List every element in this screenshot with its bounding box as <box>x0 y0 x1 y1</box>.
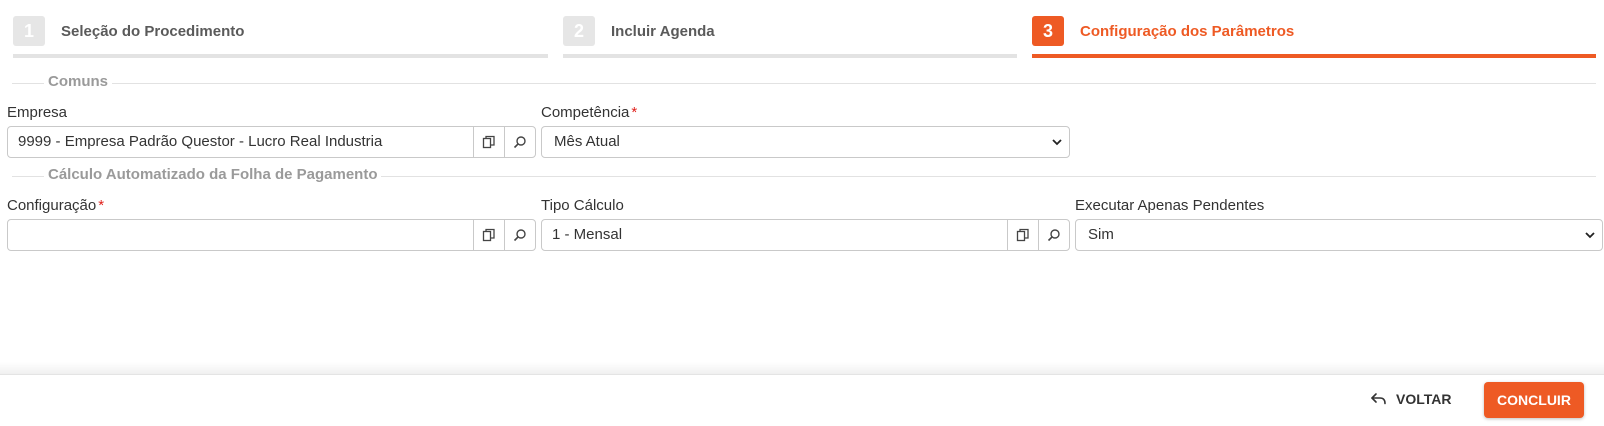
executar-pendentes-selected-value: Sim <box>1088 226 1114 243</box>
undo-arrow-icon <box>1371 393 1386 405</box>
step-2[interactable]: 2 Incluir Agenda <box>563 16 1017 60</box>
step-2-number: 2 <box>563 16 595 46</box>
step-1-progress-bar <box>13 54 548 58</box>
empresa-label-text: Empresa <box>7 104 68 121</box>
tipo-calculo-label: Tipo Cálculo <box>541 197 624 214</box>
section-comuns: Comuns <box>12 73 1596 93</box>
tipo-calculo-lookup[interactable]: 1 - Mensal <box>541 219 1070 251</box>
back-button[interactable]: VOLTAR <box>1370 382 1451 416</box>
empresa-input[interactable]: 9999 - Empresa Padrão Questor - Lucro Re… <box>8 127 473 157</box>
footer-shadow <box>0 362 1604 374</box>
back-button-label: VOLTAR <box>1396 391 1452 407</box>
competencia-label: Competência * <box>541 104 637 121</box>
copy-icon <box>482 135 495 149</box>
empresa-copy-button[interactable] <box>473 127 504 157</box>
empresa-lookup[interactable]: 9999 - Empresa Padrão Questor - Lucro Re… <box>7 126 536 158</box>
executar-pendentes-label-text: Executar Apenas Pendentes <box>1075 197 1265 214</box>
configuracao-copy-button[interactable] <box>473 220 504 250</box>
chevron-down-icon <box>1585 232 1595 239</box>
step-1[interactable]: 1 Seleção do Procedimento <box>13 16 548 60</box>
wizard-page: 1 Seleção do Procedimento 2 Incluir Agen… <box>0 0 1604 426</box>
section-title-comuns: Comuns <box>44 73 112 90</box>
executar-pendentes-select[interactable]: Sim <box>1075 219 1603 251</box>
tipo-calculo-label-text: Tipo Cálculo <box>541 197 624 214</box>
copy-icon <box>482 228 495 242</box>
step-3-label: Configuração dos Parâmetros <box>1080 23 1295 40</box>
step-2-progress-bar <box>563 54 1017 58</box>
configuracao-search-button[interactable] <box>504 220 535 250</box>
configuracao-label: Configuração * <box>7 197 104 214</box>
section-title-calculo: Cálculo Automatizado da Folha de Pagamen… <box>44 166 382 183</box>
competencia-select[interactable]: Mês Atual <box>541 126 1070 158</box>
competencia-selected-value: Mês Atual <box>554 133 620 150</box>
conclude-button[interactable]: CONCLUIR <box>1484 382 1584 418</box>
step-2-label: Incluir Agenda <box>611 23 715 40</box>
chevron-down-icon <box>1052 139 1062 146</box>
search-icon <box>513 136 526 149</box>
step-1-label: Seleção do Procedimento <box>61 23 245 40</box>
tipo-calculo-search-button[interactable] <box>1038 220 1069 250</box>
step-3[interactable]: 3 Configuração dos Parâmetros <box>1032 16 1596 60</box>
configuracao-input[interactable] <box>8 220 473 250</box>
tipo-calculo-copy-button[interactable] <box>1007 220 1038 250</box>
empresa-search-button[interactable] <box>504 127 535 157</box>
search-icon <box>1047 229 1060 242</box>
competencia-label-text: Competência <box>541 104 630 121</box>
step-3-number: 3 <box>1032 16 1064 46</box>
step-1-number: 1 <box>13 16 45 46</box>
section-calculo: Cálculo Automatizado da Folha de Pagamen… <box>12 166 1596 186</box>
configuracao-label-text: Configuração <box>7 197 97 214</box>
step-3-progress-bar <box>1032 54 1596 58</box>
section-divider <box>12 83 1596 84</box>
copy-icon <box>1016 228 1029 242</box>
executar-pendentes-label: Executar Apenas Pendentes <box>1075 197 1264 214</box>
required-marker: * <box>98 197 105 214</box>
required-marker: * <box>631 104 638 121</box>
tipo-calculo-input[interactable]: 1 - Mensal <box>542 220 1007 250</box>
empresa-label: Empresa <box>7 104 67 121</box>
configuracao-lookup[interactable] <box>7 219 536 251</box>
footer-bar: VOLTAR CONCLUIR <box>0 374 1604 426</box>
search-icon <box>513 229 526 242</box>
